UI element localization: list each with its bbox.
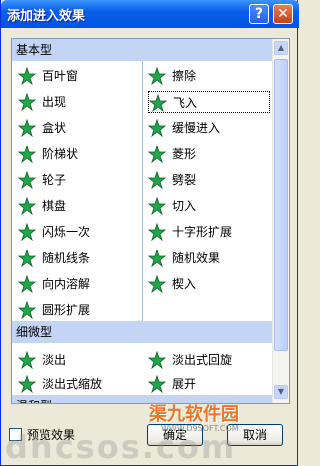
star-effect-icon	[17, 92, 37, 112]
close-button[interactable]: ✕	[273, 4, 293, 24]
star-effect-icon	[147, 118, 167, 138]
effect-label: 劈裂	[172, 173, 197, 187]
effect-label: 展开	[172, 377, 197, 391]
effect-item[interactable]: 出现	[17, 91, 138, 113]
effect-label: 棋盘	[42, 199, 67, 213]
add-entrance-effect-dialog: 添加进入效果 ? ✕ 基本型 百叶窗出现盒状阶梯状轮子棋盘闪烁一次随机线条向内溶…	[0, 0, 299, 466]
effect-label: 擦除	[172, 69, 197, 83]
star-effect-icon	[148, 93, 168, 113]
effect-label: 缓慢进入	[172, 121, 221, 135]
effect-label: 淡出式回旋	[172, 353, 233, 367]
star-effect-icon	[17, 118, 37, 138]
effect-label: 菱形	[172, 147, 197, 161]
effect-item[interactable]: 淡出式回旋	[147, 349, 268, 371]
star-effect-icon	[147, 248, 167, 268]
dialog-title: 添加进入效果	[7, 9, 86, 24]
scroll-thumb[interactable]	[274, 59, 288, 351]
effect-label: 飞入	[173, 96, 198, 110]
effect-item[interactable]: 百叶窗	[17, 65, 138, 87]
effect-item[interactable]: 飞入	[148, 91, 270, 113]
effect-label: 圆形扩展	[42, 303, 91, 317]
star-effect-icon	[147, 196, 167, 216]
category-subtle: 细微型	[12, 321, 273, 343]
effect-item[interactable]: 楔入	[147, 273, 268, 295]
star-effect-icon	[17, 274, 37, 294]
help-button[interactable]: ?	[249, 4, 269, 24]
star-effect-icon	[17, 350, 37, 370]
category-basic: 基本型	[12, 39, 273, 61]
star-effect-icon	[17, 300, 37, 320]
star-effect-icon	[147, 274, 167, 294]
star-effect-icon	[147, 350, 167, 370]
star-effect-icon	[17, 144, 37, 164]
star-effect-icon	[147, 66, 167, 86]
effect-item[interactable]: 淡出式缩放	[17, 373, 138, 395]
watermark-overlay: dhcsos.com	[5, 428, 237, 466]
watermark-url: WWW.D9SOFT.COM	[161, 424, 239, 433]
scroll-down-icon[interactable]: ▼	[274, 385, 288, 399]
star-effect-icon	[147, 222, 167, 242]
effect-label: 盒状	[42, 121, 67, 135]
effect-label: 切入	[172, 199, 197, 213]
star-effect-icon	[17, 374, 37, 394]
star-effect-icon	[147, 374, 167, 394]
column-divider	[142, 61, 143, 321]
star-effect-icon	[17, 222, 37, 242]
effect-item[interactable]: 随机效果	[147, 247, 268, 269]
effect-label: 十字形扩展	[172, 225, 233, 239]
effect-label: 出现	[42, 95, 67, 109]
effect-item[interactable]: 向内溶解	[17, 273, 138, 295]
watermark-brand: 渠九软件园	[149, 404, 239, 425]
star-effect-icon	[147, 144, 167, 164]
star-effect-icon	[17, 170, 37, 190]
effect-item[interactable]: 盒状	[17, 117, 138, 139]
effect-item[interactable]: 阶梯状	[17, 143, 138, 165]
effect-item[interactable]: 随机线条	[17, 247, 138, 269]
effect-item[interactable]: 闪烁一次	[17, 221, 138, 243]
effect-label: 阶梯状	[42, 147, 79, 161]
effect-label: 随机线条	[42, 251, 91, 265]
effect-item[interactable]: 淡出	[17, 349, 138, 371]
star-effect-icon	[147, 170, 167, 190]
effect-item[interactable]: 菱形	[147, 143, 268, 165]
effect-label: 淡出	[42, 353, 67, 367]
effect-item[interactable]: 十字形扩展	[147, 221, 268, 243]
effect-item[interactable]: 圆形扩展	[17, 299, 138, 321]
effect-label: 百叶窗	[42, 69, 79, 83]
effect-label: 淡出式缩放	[42, 377, 103, 391]
star-effect-icon	[17, 248, 37, 268]
vertical-scrollbar[interactable]: ▲ ▼	[272, 39, 289, 403]
effect-label: 向内溶解	[42, 277, 91, 291]
effect-item[interactable]: 擦除	[147, 65, 268, 87]
effect-item[interactable]: 展开	[147, 373, 268, 395]
star-effect-icon	[17, 66, 37, 86]
effect-label: 闪烁一次	[42, 225, 91, 239]
effect-label: 楔入	[172, 277, 197, 291]
effect-item[interactable]: 切入	[147, 195, 268, 217]
effect-label: 随机效果	[172, 251, 221, 265]
scroll-up-icon[interactable]: ▲	[274, 41, 288, 55]
effect-label: 轮子	[42, 173, 67, 187]
effect-item[interactable]: 轮子	[17, 169, 138, 191]
star-effect-icon	[17, 196, 37, 216]
effect-list[interactable]: 基本型 百叶窗出现盒状阶梯状轮子棋盘闪烁一次随机线条向内溶解圆形扩展 擦除飞入缓慢…	[11, 38, 290, 404]
title-bar[interactable]: 添加进入效果 ? ✕	[1, 0, 299, 28]
effect-item[interactable]: 棋盘	[17, 195, 138, 217]
effect-item[interactable]: 缓慢进入	[147, 117, 268, 139]
effect-item[interactable]: 劈裂	[147, 169, 268, 191]
